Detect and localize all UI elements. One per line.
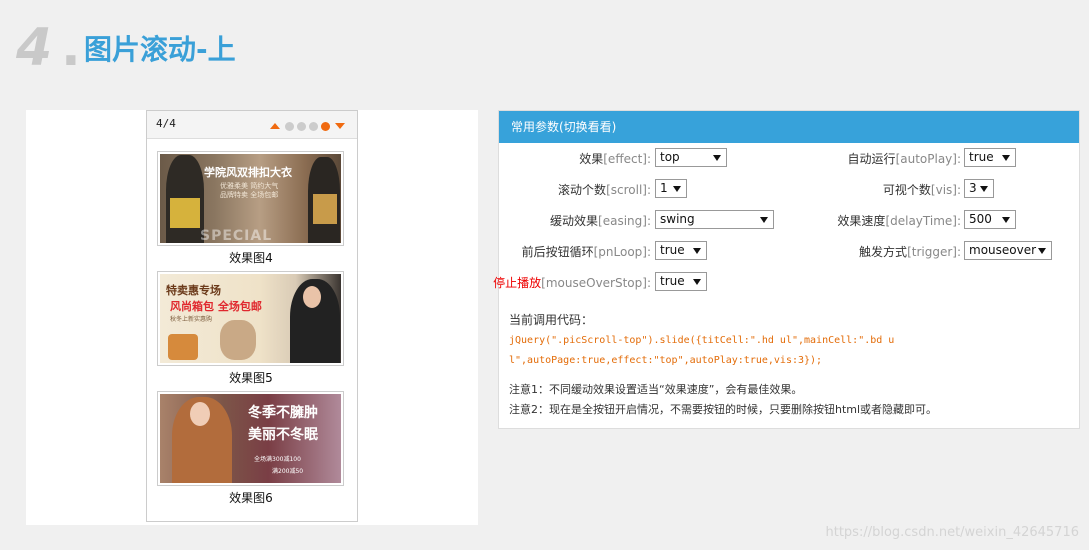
next-arrow-icon[interactable] [335, 123, 345, 129]
pic-scroll-top: 4/4 学院风双排扣大衣 优雅柔美 简约大气 品牌特卖 全场包邮 SPECIAL… [146, 110, 358, 522]
chevron-down-icon [713, 155, 721, 161]
pager [270, 120, 345, 132]
scroller-list: 学院风双排扣大衣 优雅柔美 简约大气 品牌特卖 全场包邮 SPECIAL 效果图… [157, 151, 345, 511]
banner-image-5[interactable]: 特卖惠专场 风尚箱包 全场包邮 秋冬上新实惠购 [157, 271, 344, 366]
note-2: 注意2：现在是全按钮开启情况，不需要按钮的时候，只要删除按钮html或者隐藏即可… [509, 403, 938, 416]
scroller-header: 4/4 [147, 111, 357, 139]
delaytime-label: 效果速度[delayTime]: [837, 214, 961, 228]
mouseoverstop-label: 停止播放[mouseOverStop]: [493, 276, 651, 290]
prev-arrow-icon[interactable] [270, 123, 280, 129]
scroll-select[interactable]: 1 [655, 179, 687, 198]
param-row: 效果[effect]: top 自动运行[autoPlay]: true [499, 148, 1079, 168]
easing-select[interactable]: swing [655, 210, 774, 229]
effect-select[interactable]: top [655, 148, 727, 167]
effect-label: 效果[effect]: [579, 152, 651, 166]
section-title: 图片滚动-上 [84, 33, 236, 66]
banner-subtext: 秋冬上新实惠购 [170, 316, 213, 323]
code-snippet: jQuery(".picScroll-top").slide({titCell:… [509, 335, 895, 366]
pager-dot-4[interactable] [321, 121, 330, 131]
pnloop-label: 前后按钮循环[pnLoop]: [521, 245, 651, 259]
banner-subtext: 满200减50 [272, 468, 304, 475]
banner-text: 风尚箱包 全场包邮 [170, 300, 262, 313]
item-caption[interactable]: 效果图4 [157, 250, 345, 266]
watermark: https://blog.csdn.net/weixin_42645716 [825, 525, 1079, 540]
chevron-down-icon [760, 217, 768, 223]
params-header: 常用参数(切换看看) [499, 111, 1079, 143]
pager-dot-3[interactable] [309, 121, 318, 131]
vis-select[interactable]: 3 [964, 179, 994, 198]
banner-image-6[interactable]: 冬季不臃肿 美丽不冬眠 全场满300减100 满200减50 [157, 391, 344, 486]
param-row: 缓动效果[easing]: swing 效果速度[delayTime]: 500 [499, 210, 1079, 230]
chevron-down-icon [1002, 155, 1010, 161]
param-row: 停止播放[mouseOverStop]: true [493, 272, 1079, 292]
demo-panel: 4/4 学院风双排扣大衣 优雅柔美 简约大气 品牌特卖 全场包邮 SPECIAL… [26, 110, 478, 525]
banner-text: 学院风双排扣大衣 [204, 166, 292, 179]
banner-text: 美丽不冬眠 [248, 427, 318, 443]
item-caption[interactable]: 效果图6 [157, 490, 345, 506]
chevron-down-icon [1038, 248, 1046, 254]
vis-label: 可视个数[vis]: [882, 183, 961, 197]
list-item[interactable]: 冬季不臃肿 美丽不冬眠 全场满300减100 满200减50 效果图6 [157, 391, 345, 511]
pager-dot-1[interactable] [285, 121, 294, 131]
chevron-down-icon [693, 248, 701, 254]
delaytime-select[interactable]: 500 [964, 210, 1016, 229]
pnloop-select[interactable]: true [655, 241, 707, 260]
mouseoverstop-select[interactable]: true [655, 272, 707, 291]
section-number: 4 [16, 18, 53, 78]
note-1: 注意1：不同缓动效果设置适当“效果速度”，会有最佳效果。 [509, 383, 803, 396]
param-row: 前后按钮循环[pnLoop]: true 触发方式[trigger]: mous… [499, 241, 1079, 261]
list-item[interactable]: 特卖惠专场 风尚箱包 全场包邮 秋冬上新实惠购 效果图5 [157, 271, 345, 391]
banner-image-4[interactable]: 学院风双排扣大衣 优雅柔美 简约大气 品牌特卖 全场包邮 SPECIAL [157, 151, 344, 246]
banner-subtext: 全场满300减100 [254, 456, 301, 463]
scroll-label: 滚动个数[scroll]: [558, 183, 651, 197]
banner-subtext: 优雅柔美 简约大气 品牌特卖 全场包邮 [220, 182, 279, 199]
chevron-down-icon [980, 186, 988, 192]
banner-text: 冬季不臃肿 [248, 405, 318, 421]
pager-dot-2[interactable] [297, 121, 306, 131]
page-count: 4/4 [156, 117, 176, 130]
easing-label: 缓动效果[easing]: [550, 214, 651, 228]
chevron-down-icon [693, 279, 701, 285]
params-panel: 常用参数(切换看看) 效果[effect]: top 自动运行[autoPlay… [493, 110, 1080, 429]
banner-watermark: SPECIAL [200, 228, 273, 243]
trigger-select[interactable]: mouseover [964, 241, 1052, 260]
list-item[interactable]: 学院风双排扣大衣 优雅柔美 简约大气 品牌特卖 全场包邮 SPECIAL 效果图… [157, 151, 345, 271]
code-title: 当前调用代码： [509, 313, 594, 327]
item-caption[interactable]: 效果图5 [157, 370, 345, 386]
autoplay-select[interactable]: true [964, 148, 1016, 167]
chevron-down-icon [673, 186, 681, 192]
section-number-dot: . [61, 18, 81, 78]
autoplay-label: 自动运行[autoPlay]: [847, 152, 961, 166]
chevron-down-icon [1002, 217, 1010, 223]
banner-text: 特卖惠专场 [166, 284, 221, 297]
param-row: 滚动个数[scroll]: 1 可视个数[vis]: 3 [499, 179, 1079, 199]
trigger-label: 触发方式[trigger]: [859, 245, 961, 259]
